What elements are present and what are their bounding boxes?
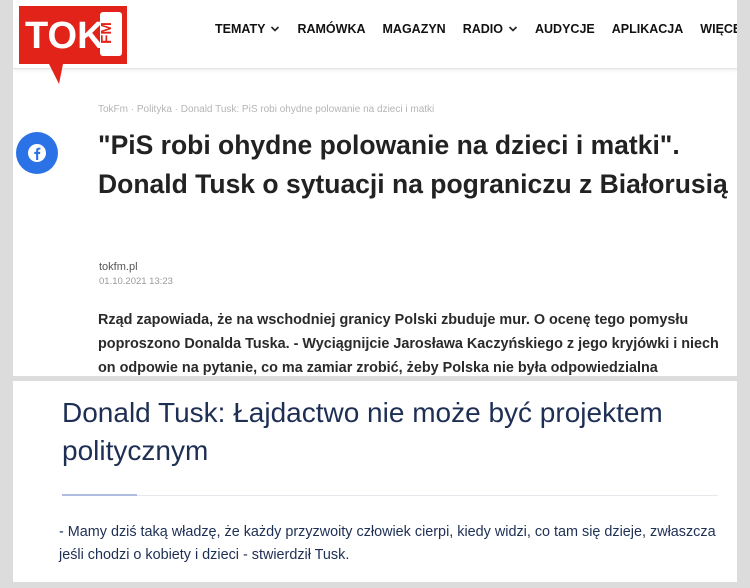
tokfm-article-screenshot: TEMATY RAMÓWKA MAGAZYN RADIO AUDYCJE APLIKACJ…	[13, 0, 737, 376]
nav-item-label: AUDYCJE	[535, 22, 595, 36]
nav-item-audycje[interactable]: AUDYCJE	[535, 22, 595, 36]
nav-item-aplikacja[interactable]: APLIKACJA	[612, 22, 684, 36]
nav-item-label: APLIKACJA	[611, 22, 684, 36]
main-nav: TEMATY RAMÓWKA MAGAZYN RADIO AUDYCJE APLIKACJ…	[215, 20, 737, 38]
logo-tok-text: TOK	[25, 15, 105, 57]
article-headline: "PiS robi ohydne polowanie na dzieci i m…	[98, 130, 728, 199]
nav-item-label: TEMATY	[215, 22, 266, 36]
divider	[62, 495, 718, 496]
second-article-title: Donald Tusk: Łajdactwo nie może być proj…	[62, 397, 663, 466]
logo-fm-text: FM	[98, 22, 115, 44]
article-author[interactable]: tokfm.pl	[99, 261, 138, 273]
tokfm-logo[interactable]: TOK FM	[15, 2, 135, 86]
chevron-down-icon	[508, 26, 518, 32]
nav-item-label: WIĘCEJ	[700, 22, 737, 36]
nav-item-magazyn[interactable]: MAGAZYN	[383, 22, 446, 36]
facebook-share-button[interactable]	[16, 132, 58, 174]
divider-accent	[62, 494, 137, 496]
nav-item-label: MAGAZYN	[382, 22, 446, 36]
second-article-screenshot: Donald Tusk: Łajdactwo nie może być proj…	[13, 381, 737, 582]
nav-item-tematy[interactable]: TEMATY	[215, 22, 280, 36]
nav-item-radio[interactable]: RADIO	[463, 22, 518, 36]
chevron-down-icon	[271, 26, 280, 32]
nav-item-więcej[interactable]: WIĘCEJ	[700, 22, 737, 36]
nav-item-ramówka[interactable]: RAMÓWKA	[297, 22, 365, 36]
article-date: 01.10.2021 13:23	[99, 276, 173, 287]
article-lead: Rząd zapowiada, że na wschodniej granicy…	[98, 312, 719, 376]
facebook-icon	[28, 144, 46, 162]
breadcrumb[interactable]: TokFm · Polityka · Donald Tusk: PiS robi…	[98, 104, 434, 115]
second-article-body: - Mamy dziś taką władzę, że każdy przyzw…	[59, 524, 716, 563]
nav-item-label: RADIO	[462, 22, 503, 36]
nav-item-label: RAMÓWKA	[297, 22, 366, 36]
